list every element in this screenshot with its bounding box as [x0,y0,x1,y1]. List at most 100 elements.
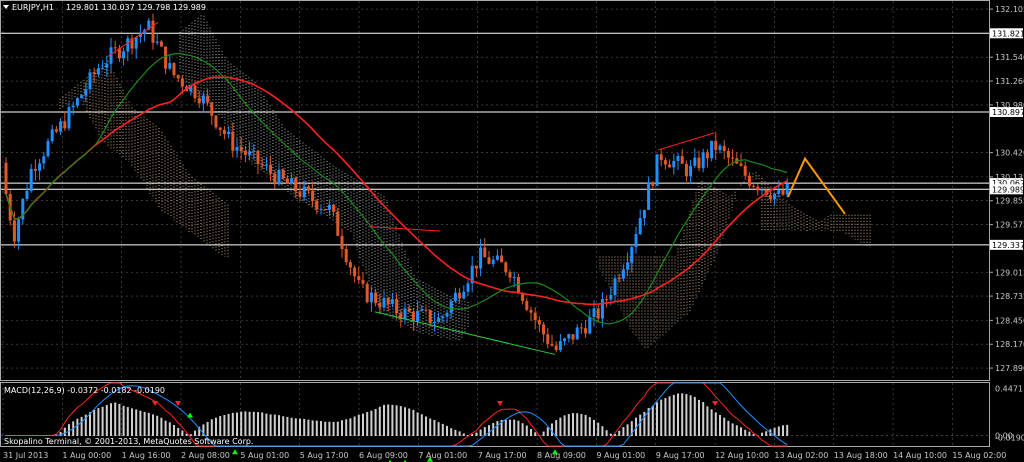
candle-body [584,328,588,334]
macd-histogram-bar [693,396,696,436]
macd-histogram-bar [240,411,243,436]
macd-histogram-bar [555,420,558,436]
trendlines[interactable] [107,21,715,355]
candle-body [38,163,42,171]
macd-histogram-bar [252,411,255,436]
candle-body [50,129,54,142]
macd-histogram-bar [597,422,600,436]
macd-histogram-bar [471,433,474,436]
macd-histogram-bar [118,403,121,436]
macd-histogram-bar [139,410,142,436]
macd-histogram-bar [651,405,654,436]
candle-body [294,178,298,192]
macd-title: MACD(12,26,9) -0.0372 -0.0182 -0.0190 [4,386,165,395]
candle-body [180,78,184,87]
macd-histogram-bar [156,415,159,436]
candle-body [67,107,71,129]
macd-histogram-bar [404,407,406,436]
macd-histogram-bar [656,402,658,436]
time-axis[interactable]: 31 Jul 2013 1 Aug 00:00 1 Aug 16:00 2 Aug 0… [3,451,1006,460]
price-tick-label: 131.540 [995,53,1024,62]
macd-histogram-bar [786,424,789,436]
macd-histogram-bar [341,420,343,436]
candle-body [269,164,273,174]
candle-body [571,334,575,340]
trendline [657,132,715,151]
candle-body [319,208,323,210]
macd-histogram-bar [626,424,629,436]
macd-histogram-bar [609,433,612,436]
candle-body [466,283,470,292]
macd-histogram-bar [735,425,738,436]
candle-body [668,164,672,168]
price-tick-label: 130.420 [995,149,1024,158]
macd-histogram-bar [257,412,259,436]
triangle-down-icon[interactable] [3,5,9,9]
macd-tick-label: -0.0190 [995,433,1024,442]
projection-zigzag[interactable] [787,156,846,215]
time-tick-label: 12 Aug 10:00 [715,451,769,460]
macd-histogram-bar [387,404,390,436]
candle-body [395,299,399,314]
macd-histogram-bar [370,410,373,436]
macd-histogram-bar [454,429,457,436]
chart-window[interactable]: 131.821130.897130.062129.989129.337 132.… [0,0,1024,462]
candle-body [676,156,680,161]
candle-body [495,255,499,260]
macd-histogram-bar [131,408,133,436]
up-arrow-icon [187,412,193,418]
candle-body [428,310,432,324]
macd-histogram-bar [740,427,742,436]
candle-body [390,299,394,304]
macd-histogram-bar [521,423,524,436]
candle-body [424,309,428,311]
candle-body [264,164,268,166]
candle-body [336,211,340,236]
candle-body [210,102,214,116]
candle-body [626,262,630,270]
macd-histogram-bar [458,431,461,436]
down-arrow-icon [497,401,503,406]
macd-histogram-bar [546,427,549,436]
macd-histogram-bar [299,418,301,436]
time-tick-label: 13 Aug 02:00 [774,451,828,460]
macd-histogram-bar [559,417,562,436]
candle-body [17,219,21,242]
price-tick-label: 129.015 [995,268,1024,277]
candle-body [59,121,63,132]
candle-body [88,72,92,90]
candle-body [752,185,756,187]
candle-body [340,235,344,250]
macd-histogram-bar [63,427,66,436]
macd-histogram-bar [89,412,91,436]
horizontal-levels[interactable]: 131.821130.897130.062129.989129.337 [1,28,1024,250]
macd-histogram-bar [278,415,280,436]
candle-body [71,105,75,108]
level-label: 131.821 [992,29,1024,38]
candle-body [42,156,46,164]
macd-histogram-bar [504,419,507,436]
candle-body [621,269,625,279]
macd-histogram-bar [727,420,730,436]
macd-histogram-bar [189,434,192,436]
moving-averages [5,52,788,325]
candle-body [197,98,201,104]
time-tick-label: 13 Aug 18:00 [834,451,888,460]
macd-histogram-bar [752,434,755,436]
macd-histogram-bar [336,421,339,436]
macd-histogram-bar [286,416,289,436]
macd-histogram-bar [395,405,398,436]
time-tick-label: 5 Aug 01:00 [240,451,289,460]
macd-histogram-bar [227,413,230,436]
macd-histogram-bar [68,424,70,436]
macd-histogram-bar [425,416,427,436]
candle-body [487,257,491,264]
symbol-timeframe: EURJPY,H1 [12,3,54,12]
macd-histogram-bar [593,419,595,436]
candle-body [508,272,512,278]
candle-body [731,157,735,159]
candle-body [684,163,688,177]
candle-body [12,220,16,242]
macd-histogram-bar [584,414,587,436]
time-tick-label: 5 Aug 17:00 [300,451,349,460]
